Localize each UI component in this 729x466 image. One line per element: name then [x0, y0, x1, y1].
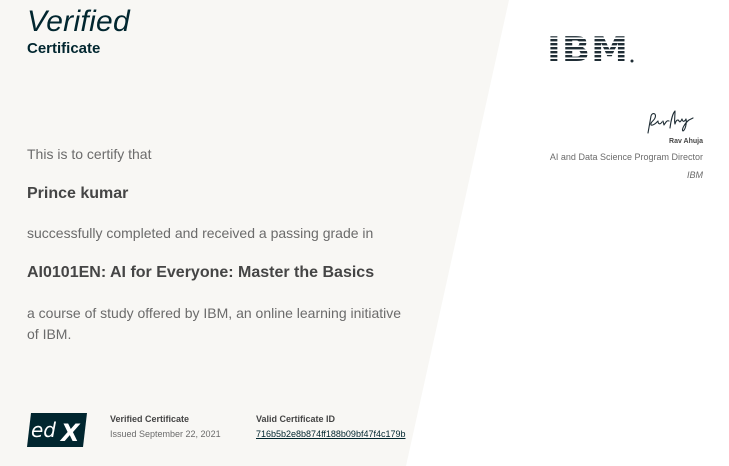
svg-text:X: X — [59, 419, 81, 447]
issued-date: Issued September 22, 2021 — [110, 429, 221, 439]
certificate-id-link[interactable]: 716b5b2e8b874ff188b09bf47f4c179b — [256, 429, 405, 439]
edx-logo-icon: ed X — [27, 413, 87, 447]
verified-certificate-label: Verified Certificate — [110, 414, 190, 424]
edx-logo[interactable]: ed X — [27, 413, 87, 452]
signature-image — [645, 108, 695, 141]
recipient-name: Prince kumar — [27, 185, 129, 202]
certify-text: This is to certify that — [27, 146, 152, 162]
signature-icon — [647, 110, 694, 134]
certificate-subtitle: Certificate — [27, 40, 101, 57]
signatory-name: Rav Ahuja — [669, 138, 703, 145]
ibm-logo: IBM — [547, 30, 635, 70]
signatory-title: AI and Data Science Program Director — [549, 152, 703, 162]
course-title: AI0101EN: AI for Everyone: Master the Ba… — [27, 264, 375, 281]
certificate-id-label: Valid Certificate ID — [256, 414, 336, 424]
svg-text:ed: ed — [31, 418, 56, 442]
offered-text: a course of study offered by IBM, an onl… — [27, 305, 402, 342]
svg-text:IBM: IBM — [547, 31, 629, 65]
completed-text: successfully completed and received a pa… — [27, 225, 374, 241]
verified-title: Verified — [27, 5, 131, 38]
ibm-logo-icon: IBM — [547, 30, 634, 70]
signatory-org: IBM — [686, 170, 703, 180]
